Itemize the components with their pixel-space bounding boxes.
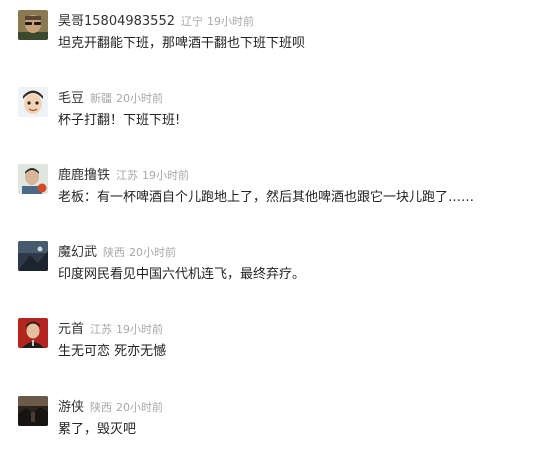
- timestamp: 19小时前: [142, 169, 190, 182]
- comment-text: 坦克开翻能下班，那啤酒干翻也下班下班呗: [58, 36, 306, 51]
- region-label: 江苏: [116, 169, 139, 182]
- username[interactable]: 毛豆: [58, 91, 84, 106]
- timestamp: 19小时前: [206, 15, 254, 28]
- comment-meta: 游侠 陕西 20小时前: [58, 396, 163, 416]
- comment-item: 昊哥15804983552 辽宁 19小时前 坦克开翻能下班，那啤酒干翻也下班下班呗: [0, 10, 536, 70]
- comment-item: 鹿鹿撸铁 江苏 19小时前 老板：有一杯啤酒自个儿跑地上了，然后其他啤酒也跟它一块儿…: [0, 164, 536, 224]
- comment-text: 印度网民看见中国六代机连飞，最终弃疗。: [58, 267, 306, 282]
- timestamp: 20小时前: [129, 246, 177, 259]
- region-label: 新疆: [90, 92, 113, 105]
- username[interactable]: 游侠: [58, 400, 84, 415]
- username[interactable]: 元首: [58, 322, 84, 337]
- dark-scene-avatar[interactable]: [18, 241, 48, 271]
- timestamp: 19小时前: [116, 323, 164, 336]
- comment-meta: 毛豆 新疆 20小时前: [58, 87, 163, 107]
- comment-text: 老板：有一杯啤酒自个儿跑地上了，然后其他啤酒也跟它一块儿跑了……: [58, 190, 475, 205]
- comment-list: 昊哥15804983552 辽宁 19小时前 坦克开翻能下班，那啤酒干翻也下班下班呗…: [0, 0, 536, 448]
- comment-text: 杯子打翻！下班下班!: [58, 113, 181, 128]
- username[interactable]: 昊哥15804983552: [58, 14, 175, 29]
- region-label: 陕西: [90, 401, 113, 414]
- username[interactable]: 魔幻武: [58, 245, 97, 260]
- region-label: 陕西: [103, 246, 126, 259]
- comment-meta: 元首 江苏 19小时前: [58, 318, 163, 338]
- comment-item: 游侠 陕西 20小时前 累了，毁灭吧: [0, 396, 536, 456]
- timestamp: 20小时前: [116, 401, 164, 414]
- comment-item: 毛豆 新疆 20小时前 杯子打翻！下班下班!: [0, 87, 536, 147]
- region-label: 江苏: [90, 323, 113, 336]
- comment-meta: 鹿鹿撸铁 江苏 19小时前: [58, 164, 189, 184]
- timestamp: 20小时前: [116, 92, 164, 105]
- comment-meta: 魔幻武 陕西 20小时前: [58, 241, 176, 261]
- dark-landscape-avatar[interactable]: [18, 396, 48, 426]
- comment-item: 魔幻武 陕西 20小时前 印度网民看见中国六代机连飞，最终弃疗。: [0, 241, 536, 301]
- comment-meta: 昊哥15804983552 辽宁 19小时前: [58, 10, 254, 30]
- red-portrait-avatar[interactable]: [18, 318, 48, 348]
- region-label: 辽宁: [180, 15, 203, 28]
- comment-item: 元首 江苏 19小时前 生无可恋 死亦无憾: [0, 318, 536, 378]
- portrait-badge-avatar[interactable]: [18, 164, 48, 194]
- username[interactable]: 鹿鹿撸铁: [58, 168, 110, 183]
- comment-text: 累了，毁灭吧: [58, 422, 137, 437]
- comment-text: 生无可恋 死亦无憾: [58, 344, 167, 359]
- cartoon-boy-avatar[interactable]: [18, 87, 48, 117]
- sunglasses-man-avatar[interactable]: [18, 10, 48, 40]
